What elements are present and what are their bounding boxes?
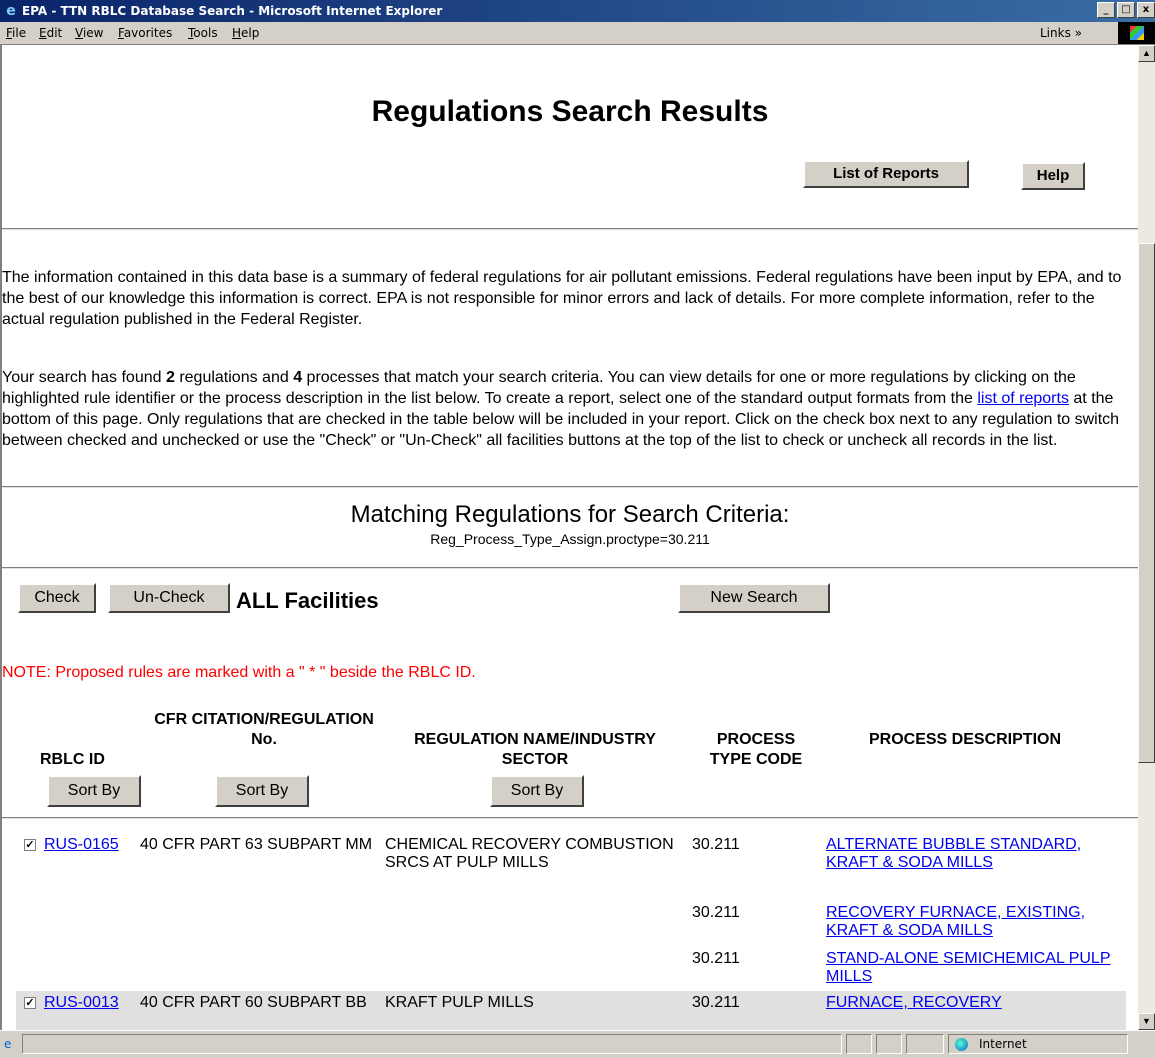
window-titlebar: e EPA - TTN RBLC Database Search - Micro…	[0, 0, 1155, 22]
links-toolbar[interactable]: Links »	[1040, 26, 1082, 40]
menu-tools[interactable]: Tools	[188, 26, 218, 40]
regulation-name: KRAFT PULP MILLS	[385, 994, 534, 1011]
menu-view[interactable]: View	[75, 26, 103, 40]
header-process-description: PROCESS DESCRIPTION	[868, 731, 1062, 748]
regulation-name: CHEMICAL RECOVERY COMBUSTION SRCS AT PUL…	[385, 836, 674, 871]
cfr-citation: 40 CFR PART 63 SUBPART MM	[140, 836, 373, 853]
new-search-button[interactable]: New Search	[678, 583, 830, 613]
matching-heading: Matching Regulations for Search Criteria…	[350, 501, 790, 528]
process-description-link[interactable]: RECOVERY FURNACE, EXISTING, KRAFT & SODA…	[826, 904, 1126, 940]
security-zone: Internet	[948, 1034, 1128, 1054]
sort-by-name-button[interactable]: Sort By	[490, 775, 584, 807]
menu-file[interactable]: File	[6, 26, 26, 40]
all-facilities-label: ALL Facilities	[236, 588, 379, 613]
row-checkbox[interactable]: ✓	[24, 997, 36, 1009]
intro-paragraph: The information contained in this data b…	[2, 269, 1122, 328]
internet-explorer-icon: e	[6, 3, 16, 19]
page-done-icon: e	[4, 1037, 12, 1051]
list-of-reports-link[interactable]: list of reports	[977, 390, 1069, 407]
scroll-thumb[interactable]	[1138, 243, 1155, 763]
process-description-link[interactable]: ALTERNATE BUBBLE STANDARD, KRAFT & SODA …	[826, 836, 1126, 872]
cfr-citation: 40 CFR PART 60 SUBPART BB	[140, 994, 367, 1011]
uncheck-all-button[interactable]: Un-Check	[108, 583, 230, 613]
process-type-code: 30.211	[692, 994, 740, 1011]
rblc-id-link[interactable]: RUS-0013	[44, 994, 119, 1012]
divider	[2, 817, 1138, 819]
menu-bar: File Edit View Favorites Tools Help Link…	[0, 22, 1155, 45]
page-title: Regulations Search Results	[371, 95, 769, 128]
rblc-id-link[interactable]: RUS-0165	[44, 836, 119, 854]
header-rblc-id: RBLC ID	[40, 751, 105, 768]
window-title: EPA - TTN RBLC Database Search - Microso…	[22, 4, 443, 18]
menu-edit[interactable]: Edit	[39, 26, 62, 40]
process-description-link[interactable]: STAND-ALONE SEMICHEMICAL PULP MILLS	[826, 950, 1126, 986]
vertical-scrollbar[interactable]: ▲ ▼	[1138, 45, 1155, 1030]
status-pane	[846, 1034, 872, 1054]
divider	[2, 567, 1138, 569]
proposed-rules-note: NOTE: Proposed rules are marked with a "…	[2, 664, 476, 681]
status-pane	[876, 1034, 902, 1054]
check-all-button[interactable]: Check	[18, 583, 96, 613]
help-button[interactable]: Help	[1021, 162, 1085, 190]
divider	[2, 228, 1138, 230]
status-text-pane	[22, 1034, 842, 1054]
row-checkbox[interactable]: ✓	[24, 839, 36, 851]
header-regulation-name: REGULATION NAME/INDUSTRY SECTOR	[414, 731, 656, 768]
page-viewport: Regulations Search Results List of Repor…	[0, 45, 1138, 1030]
sort-by-rblc-id-button[interactable]: Sort By	[47, 775, 141, 807]
divider	[2, 486, 1138, 488]
process-type-code: 30.211	[692, 836, 740, 853]
windows-flag-icon	[1118, 22, 1155, 44]
search-criteria: Reg_Process_Type_Assign.proctype=30.211	[430, 531, 710, 547]
header-cfr: CFR CITATION/REGULATION No.	[154, 711, 374, 748]
process-type-code: 30.211	[692, 950, 740, 967]
menu-help[interactable]: Help	[232, 26, 259, 40]
process-description-link[interactable]: FURNACE, RECOVERY	[826, 994, 1126, 1012]
scroll-up-arrow-icon[interactable]: ▲	[1138, 45, 1155, 62]
process-type-code: 30.211	[692, 904, 740, 921]
status-pane	[906, 1034, 944, 1054]
status-bar: e Internet	[0, 1030, 1155, 1058]
internet-zone-globe-icon	[955, 1038, 968, 1051]
close-button[interactable]: x	[1137, 2, 1155, 18]
list-of-reports-button[interactable]: List of Reports	[803, 160, 969, 188]
menu-favorites[interactable]: Favorites	[118, 26, 172, 40]
minimize-button[interactable]: _	[1097, 2, 1115, 18]
scroll-down-arrow-icon[interactable]: ▼	[1138, 1013, 1155, 1030]
header-process-type-code: PROCESS TYPE CODE	[709, 731, 803, 768]
sort-by-cfr-button[interactable]: Sort By	[215, 775, 309, 807]
maximize-button[interactable]: □	[1117, 2, 1135, 18]
search-summary-paragraph: Your search has found 2 regulations and …	[2, 369, 1120, 449]
